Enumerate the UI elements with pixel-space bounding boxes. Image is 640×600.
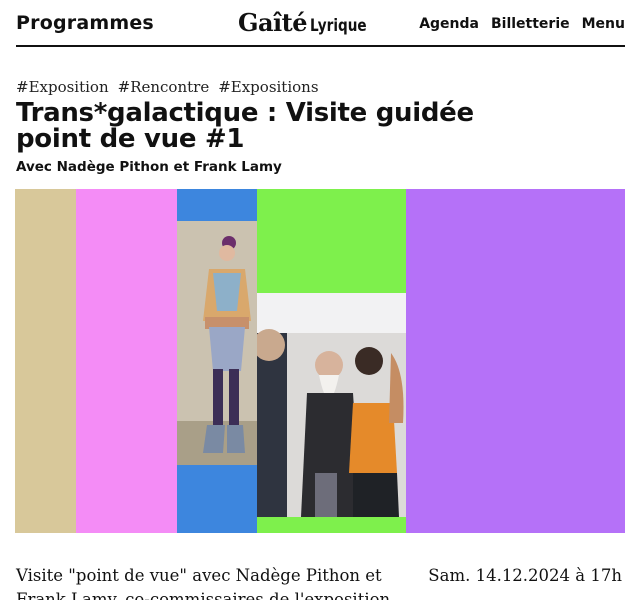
title-line-1: Trans*galactique : Visite guidée [16,98,474,128]
color-stripe-beige [15,189,76,533]
nav-programmes-link[interactable]: Programmes [16,12,154,34]
nav-menu-button[interactable]: Menu [582,16,625,32]
description-line-2: Frank Lamy, co-commissaires de l'exposit… [16,590,391,600]
tag-exposition[interactable]: #Exposition [16,78,109,96]
logo-main-text: Gaîté [238,8,308,37]
site-logo[interactable]: Gaîté Lyrique [238,8,381,37]
title-line-2: point de vue #1 [16,124,245,154]
color-stripe-purple [406,189,625,533]
nav-billetterie-link[interactable]: Billetterie [491,16,570,32]
event-date: Sam. 14.12.2024 à 17h [428,566,622,585]
event-subtitle: Avec Nadège Pithon et Frank Lamy [16,159,282,175]
event-visual [15,189,625,533]
event-description: Visite "point de vue" avec Nadège Pithon… [16,564,406,600]
tag-rencontre[interactable]: #Rencontre [118,78,210,96]
color-stripe-pink [76,189,177,533]
group-photo [257,293,406,517]
tag-expositions[interactable]: #Expositions [218,78,318,96]
nav-agenda-link[interactable]: Agenda [419,16,479,32]
description-line-1: Visite "point de vue" avec Nadège Pithon… [16,566,382,585]
logo-sub-text: Lyrique [310,16,367,36]
site-header: Programmes Gaîté Lyrique Agenda Billette… [16,0,625,47]
page-title: Trans*galactique : Visite guidée point d… [16,100,616,152]
portrait-photo [177,221,257,465]
nav-right: Agenda Billetterie Menu [419,16,625,32]
event-tags: #Exposition #Rencontre #Expositions [16,78,319,96]
